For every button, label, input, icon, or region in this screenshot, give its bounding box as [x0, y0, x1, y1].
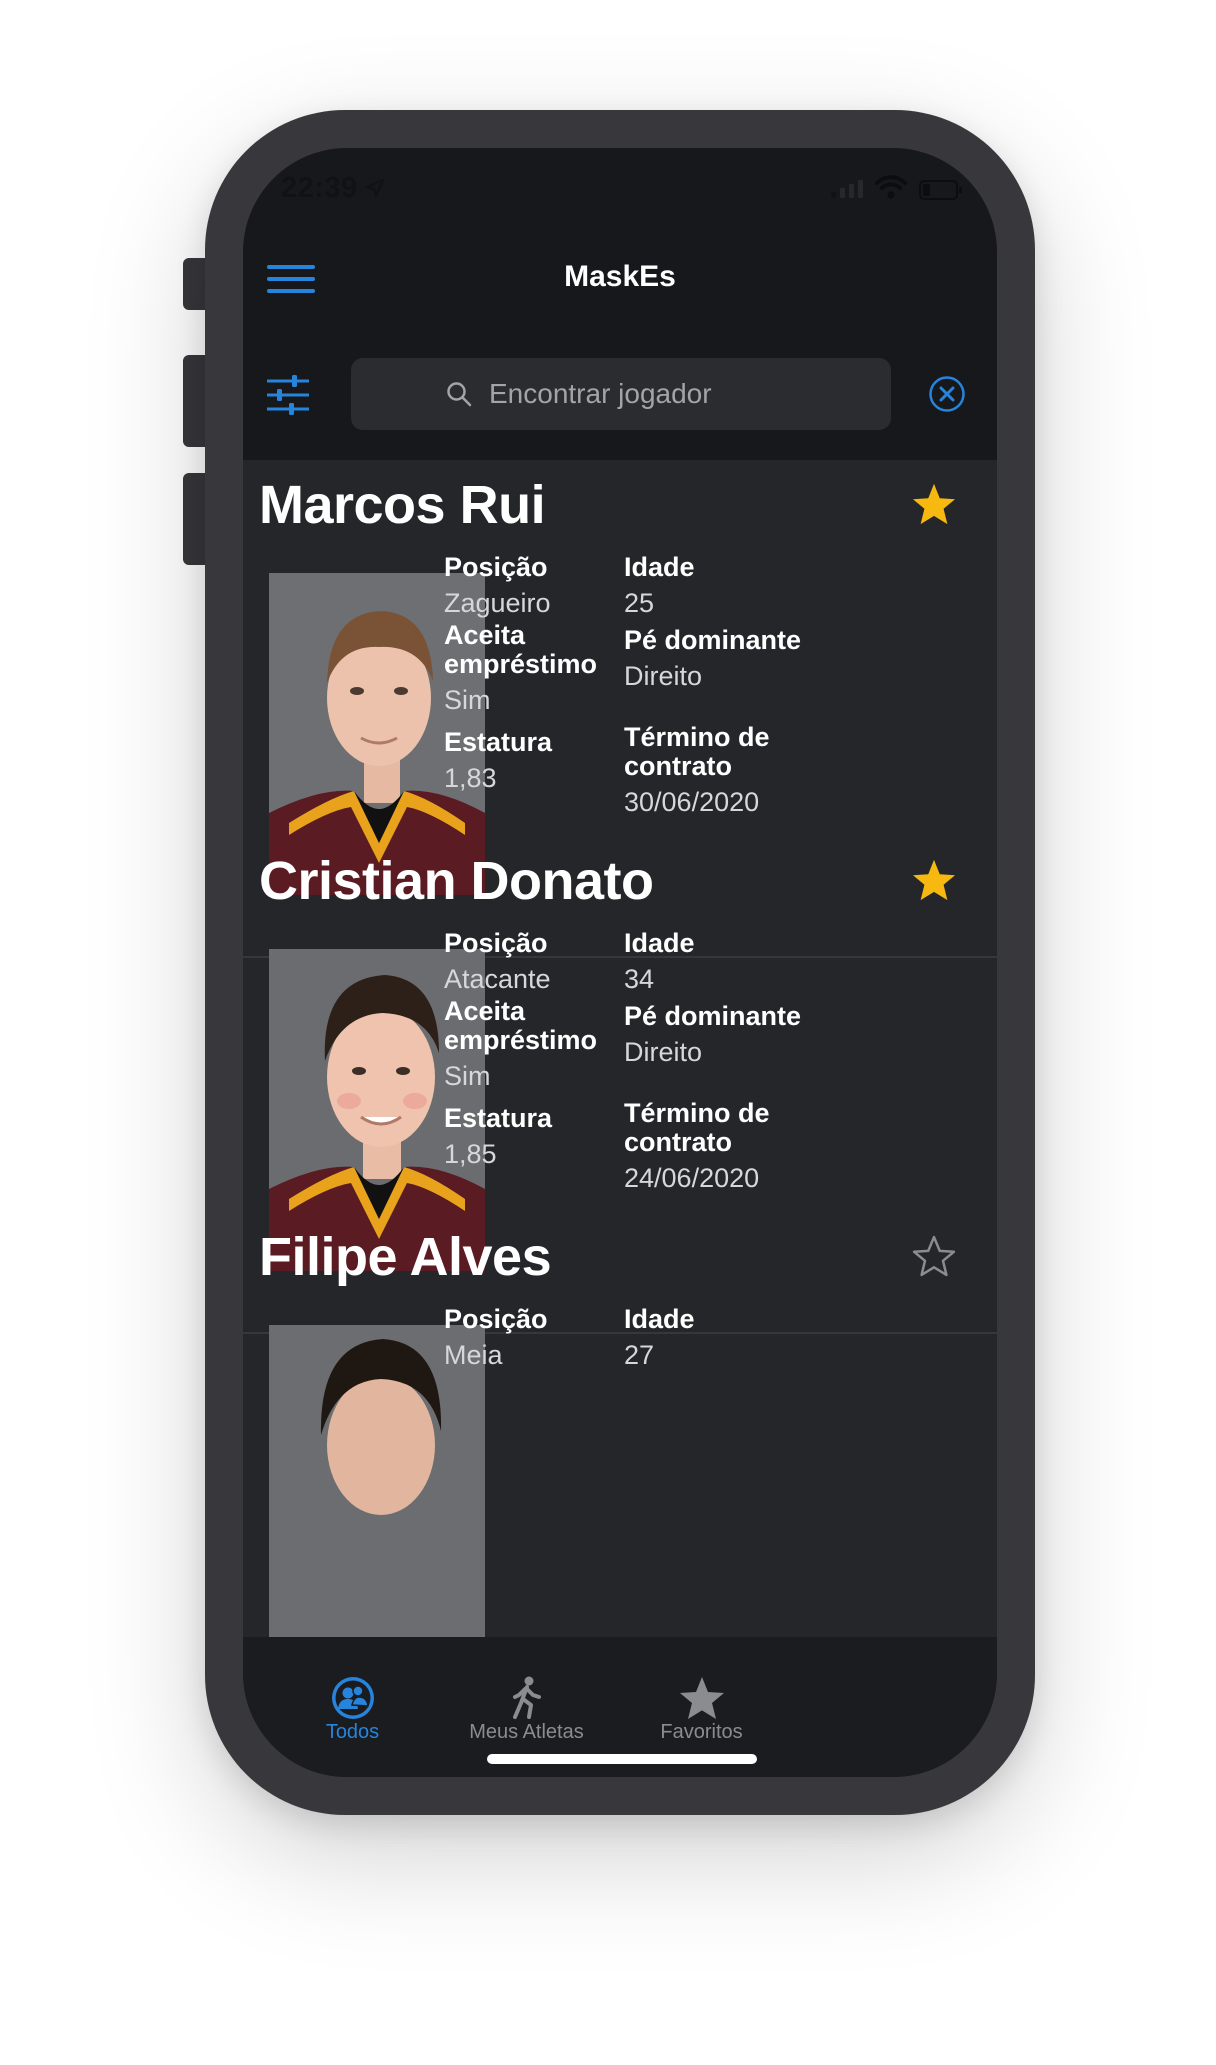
- star-icon: [679, 1677, 724, 1719]
- player-name: Marcos Rui: [259, 475, 546, 535]
- location-arrow-icon: [365, 178, 385, 198]
- cellular-signal-icon: [831, 180, 863, 198]
- loan-field: Aceita empréstimo Sim: [444, 997, 597, 1095]
- position-value: Zagueiro: [444, 588, 551, 618]
- walking-person-icon: [512, 1676, 541, 1719]
- volume-up-button: [183, 355, 207, 447]
- position-value: Meia: [444, 1340, 503, 1370]
- foot-value: Direito: [624, 661, 703, 691]
- position-label: Posição: [444, 552, 548, 582]
- height-label: Estatura: [444, 1103, 553, 1133]
- age-value: 34: [624, 964, 655, 994]
- contract-label: Término de contrato: [624, 1098, 770, 1157]
- age-field: Idade 25: [624, 548, 695, 622]
- app-screen: 22:39 MaskEs Encontrar jogador Marcos Ru…: [243, 148, 997, 1777]
- loan-field: Aceita empréstimo Sim: [444, 621, 597, 719]
- search-bar[interactable]: [351, 358, 891, 430]
- volume-down-button: [183, 473, 207, 565]
- star-outline-icon[interactable]: [911, 1234, 957, 1278]
- position-field: Posição Atacante: [444, 924, 551, 998]
- foot-field: Pé dominante Direito: [624, 621, 801, 695]
- age-label: Idade: [624, 1304, 695, 1334]
- position-label: Posição: [444, 1304, 548, 1334]
- loan-label: Aceita empréstimo: [444, 996, 598, 1055]
- users-icon: [331, 1677, 374, 1719]
- age-field: Idade 27: [624, 1300, 695, 1374]
- height-field: Estatura 1,85: [444, 1099, 552, 1173]
- player-name: Cristian Donato: [259, 851, 654, 911]
- height-value: 1,83: [444, 763, 497, 793]
- foot-label: Pé dominante: [624, 625, 802, 655]
- position-label: Posição: [444, 928, 548, 958]
- position-value: Atacante: [444, 964, 551, 994]
- star-filled-icon[interactable]: [911, 858, 957, 902]
- player-card[interactable]: Filipe Alves Posição Meia Idade 27: [243, 1212, 997, 1637]
- foot-field: Pé dominante Direito: [624, 997, 801, 1071]
- height-field: Estatura 1,83: [444, 723, 552, 797]
- age-label: Idade: [624, 552, 695, 582]
- clear-search-icon[interactable]: [928, 375, 966, 413]
- mute-switch: [183, 258, 207, 310]
- filter-sliders-icon[interactable]: [265, 375, 311, 415]
- age-value: 27: [624, 1340, 655, 1370]
- search-icon: [447, 382, 472, 407]
- height-value: 1,85: [444, 1139, 497, 1169]
- height-label: Estatura: [444, 727, 553, 757]
- foot-value: Direito: [624, 1037, 703, 1067]
- position-field: Posição Meia: [444, 1300, 548, 1374]
- contract-field: Término de contrato 30/06/2020: [624, 723, 770, 821]
- status-time: 22:39: [281, 172, 358, 204]
- tab-label: Favoritos: [660, 1721, 743, 1743]
- position-field: Posição Zagueiro: [444, 548, 551, 622]
- contract-value: 24/06/2020: [624, 1163, 760, 1193]
- loan-value: Sim: [444, 1061, 491, 1091]
- player-name: Filipe Alves: [259, 1227, 552, 1287]
- loan-label: Aceita empréstimo: [444, 620, 598, 679]
- player-list[interactable]: Marcos Rui Posição Zagueiro Idade 25 Ace…: [243, 460, 997, 1637]
- status-bar: 22:39: [243, 148, 997, 248]
- contract-value: 30/06/2020: [624, 787, 760, 817]
- phone-frame: 22:39 MaskEs Encontrar jogador Marcos Ru…: [205, 110, 1035, 1815]
- contract-field: Término de contrato 24/06/2020: [624, 1099, 770, 1197]
- age-value: 25: [624, 588, 655, 618]
- age-field: Idade 34: [624, 924, 695, 998]
- age-label: Idade: [624, 928, 695, 958]
- page-title: MaskEs: [564, 260, 676, 293]
- search-input[interactable]: [489, 376, 869, 412]
- contract-label: Término de contrato: [624, 722, 770, 781]
- foot-label: Pé dominante: [624, 1001, 802, 1031]
- loan-value: Sim: [444, 685, 491, 715]
- home-indicator: [487, 1754, 757, 1764]
- star-filled-icon[interactable]: [911, 482, 957, 526]
- battery-icon: [919, 180, 962, 200]
- wifi-icon: [875, 175, 907, 199]
